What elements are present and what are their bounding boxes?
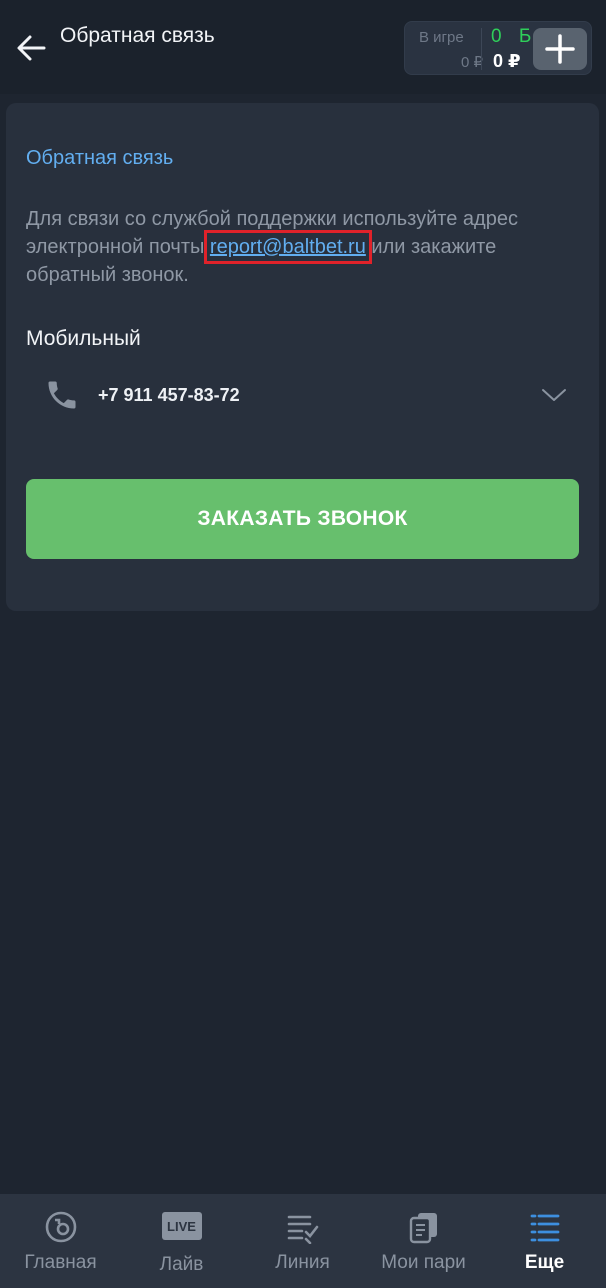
nav-label-more: Еще [524,1252,565,1273]
nav-label-line: Линия [275,1252,330,1273]
order-call-button[interactable]: ЗАКАЗАТЬ ЗВОНОК [26,479,579,559]
home-icon [45,1211,76,1243]
my-bets-icon [409,1213,437,1244]
balance-widget[interactable]: В игре 0 ₽ 0 Б 0 ₽ [404,21,592,75]
arrow-left-icon [17,35,46,61]
in-game-value: 0 ₽ [460,54,483,71]
nav-label-home: Главная [24,1252,97,1273]
balance-divider [481,28,482,70]
nav-label-live: Лайв [159,1254,204,1275]
app-header: Обратная связь В игре 0 ₽ 0 Б 0 ₽ [0,0,606,94]
page-title: Обратная связь [60,24,215,47]
bottom-navigation: Главная LIVE Лайв Линия Мои пари Еще [0,1194,606,1288]
phone-number: +7 911 457-83-72 [98,385,240,405]
feedback-card: Обратная связь Для связи со службой подд… [6,103,599,611]
card-title: Обратная связь [26,147,174,169]
nav-item-line[interactable]: Линия [242,1194,363,1288]
nav-item-home[interactable]: Главная [0,1194,121,1288]
phone-select[interactable]: +7 911 457-83-72 [26,363,576,429]
support-description: Для связи со службой поддержки используй… [26,205,566,289]
nav-item-my-bets[interactable]: Мои пари [363,1194,484,1288]
nav-item-live[interactable]: LIVE Лайв [121,1194,242,1288]
back-button[interactable] [14,30,50,66]
deposit-button[interactable] [533,28,587,70]
nav-item-more[interactable]: Еще [484,1194,605,1288]
chevron-down-icon[interactable] [540,383,568,407]
support-email-link[interactable]: report@baltbet.ru [203,230,372,264]
line-list-icon [287,1215,318,1244]
money-balance: 0 ₽ [493,51,521,71]
mobile-label: Мобильный [26,327,141,350]
in-game-label: В игре [419,29,464,46]
live-icon: LIVE [161,1212,202,1240]
menu-icon [530,1214,559,1242]
nav-label-my-bets: Мои пари [381,1252,466,1273]
plus-icon [545,34,575,64]
phone-icon [48,381,76,409]
bonus-balance: 0 Б [491,26,538,47]
